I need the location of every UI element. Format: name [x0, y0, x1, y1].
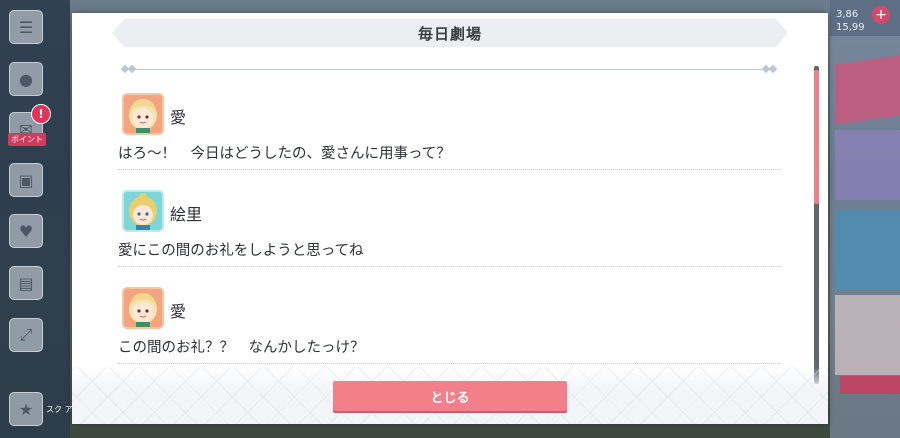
daily-theater-dialog: 毎日劇場 愛 はろ〜！ 今日はどうしたの、愛さんに用事って？ 絵里 愛にこの間の…	[72, 13, 828, 424]
right-banner-4	[835, 295, 900, 375]
speaker-name: 愛	[170, 108, 187, 127]
message-text: はろ〜！ 今日はどうしたの、愛さんに用事って？	[118, 146, 451, 162]
message-divider	[118, 363, 780, 364]
photo-icon[interactable]: ▤	[9, 266, 43, 300]
message-divider	[118, 266, 780, 267]
eri-avatar	[122, 190, 164, 232]
message-item: 愛 この間のお礼？？ なんかしたっけ？	[118, 287, 780, 364]
ai-avatar	[122, 287, 164, 329]
school-idol-icon[interactable]: ★	[9, 392, 43, 426]
message-text: 愛にこの間のお礼をしようと思ってね	[118, 243, 364, 259]
ai-avatar	[122, 93, 164, 135]
divider-diamond-icon	[768, 64, 778, 74]
menu-icon[interactable]: ☰	[9, 10, 43, 44]
right-banner-2	[835, 130, 900, 200]
divider-diamond-icon	[127, 64, 137, 74]
right-banner-1	[835, 55, 900, 125]
gift-icon[interactable]: ▣	[9, 163, 43, 197]
heart-icon[interactable]: ♥	[9, 214, 43, 248]
currency-value-1: 3,86	[836, 9, 859, 20]
currency-value-2: 15,99	[836, 22, 865, 33]
dialog-title: 毎日劇場	[417, 24, 482, 43]
close-button[interactable]: とじる	[333, 381, 567, 411]
right-banner-5	[840, 376, 900, 394]
message-text: この間のお礼？？ なんかしたっけ？	[118, 340, 365, 356]
speaker-name: 愛	[170, 302, 187, 321]
scrollbar-thumb[interactable]	[814, 70, 819, 204]
message-divider	[118, 169, 780, 170]
notification-badge: !	[31, 104, 51, 124]
point-label: ボイント	[8, 133, 46, 146]
message-item: 絵里 愛にこの間のお礼をしようと思ってね	[118, 190, 780, 267]
message-item: 愛 はろ〜！ 今日はどうしたの、愛さんに用事って？	[118, 93, 780, 170]
speaker-name: 絵里	[170, 205, 203, 224]
chat-icon[interactable]: ●	[9, 62, 43, 96]
add-currency-icon[interactable]: +	[872, 6, 890, 24]
right-banner-3	[835, 210, 900, 290]
title-divider	[130, 69, 770, 70]
expand-icon[interactable]: ⤢	[9, 318, 43, 352]
dialog-title-bar: 毎日劇場	[112, 19, 788, 47]
